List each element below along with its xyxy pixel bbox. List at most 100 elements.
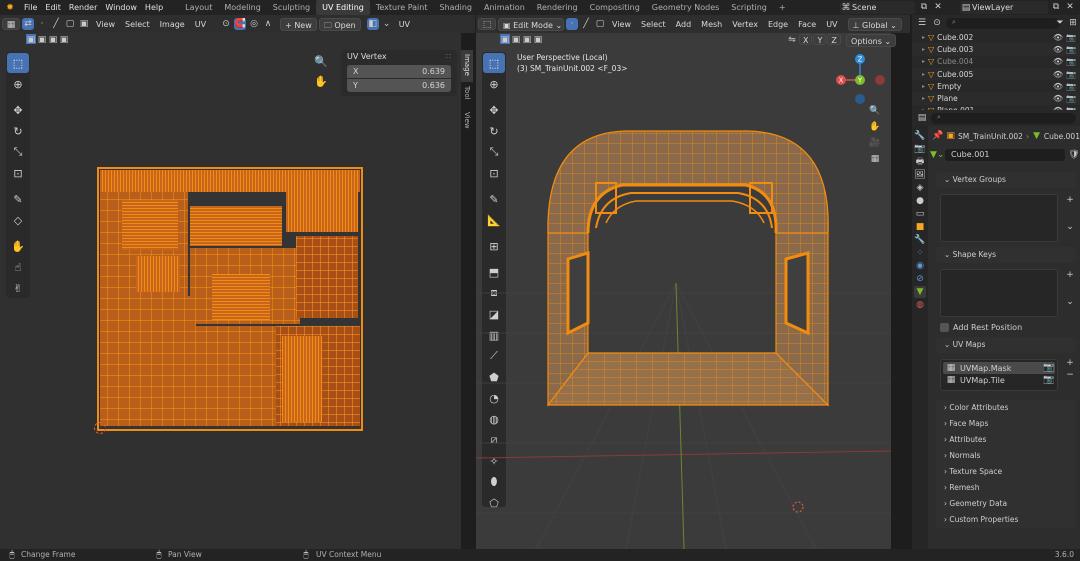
visibility-eye-icon[interactable]: 👁 (1053, 94, 1063, 103)
constraints-props-icon[interactable]: ⊘ (914, 273, 926, 285)
output-props-icon[interactable]: 🖶 (914, 156, 926, 168)
select-invert-icon[interactable]: ▣ (59, 34, 69, 45)
visibility-eye-icon[interactable]: 👁 (1053, 45, 1063, 54)
scale-icon[interactable]: ⤡ (7, 142, 29, 162)
uv-menu-image[interactable]: Image (156, 18, 189, 31)
relax-icon[interactable]: ☝ (7, 257, 29, 277)
outliner-row[interactable]: ▸ ▽ Empty 👁 📷 (912, 80, 1080, 92)
expand-arrow-icon[interactable]: ▸ (922, 71, 925, 78)
remove-scene-icon[interactable]: ✕ (932, 1, 944, 13)
expand-arrow-icon[interactable]: ▸ (922, 95, 925, 102)
new-image-button[interactable]: + New (280, 17, 317, 31)
editor-type-icon[interactable]: ▦ (2, 18, 20, 30)
tab-sculpting[interactable]: Sculpting (267, 0, 316, 15)
tab-image[interactable]: Image (461, 50, 473, 82)
uv-maps-header[interactable]: ⌄ UV Maps (936, 337, 1076, 353)
section-header[interactable]: › Remesh (936, 480, 1076, 496)
uv-map-mask-render-icon[interactable]: 📷 (1043, 362, 1055, 374)
tab-uv-editing[interactable]: UV Editing (316, 0, 370, 15)
remove-viewlayer-icon[interactable]: ✕ (1064, 1, 1076, 13)
face-mode-icon[interactable]: ▢ (594, 18, 606, 30)
outliner-row[interactable]: ▸ ▽ Cube.003 👁 📷 (912, 43, 1080, 56)
visibility-eye-icon[interactable]: 👁 (1053, 33, 1063, 42)
uv-islands[interactable] (96, 166, 364, 432)
pivot-icon[interactable]: ⊙ (220, 18, 232, 30)
gizmo-icon[interactable]: ⌄ (381, 18, 393, 30)
uv-y-field[interactable]: Y 0.636 (347, 79, 451, 92)
render-camera-icon[interactable]: 📷 (1066, 82, 1076, 91)
tab-shading[interactable]: Shading (433, 0, 478, 15)
shape-keys-list[interactable] (940, 269, 1058, 317)
pinch-icon[interactable]: ✌ (7, 278, 29, 298)
menu-window[interactable]: Window (101, 0, 141, 15)
snap-icon[interactable]: 🧲 (234, 18, 247, 30)
physics-props-icon[interactable]: ◉ (914, 260, 926, 272)
vertex-groups-header[interactable]: ⌄ Vertex Groups (936, 172, 1076, 188)
vertex-mode-icon[interactable]: · (566, 18, 578, 30)
render-camera-icon[interactable]: 📷 (1066, 94, 1076, 103)
uv-map-item-mask[interactable]: ▦ UVMap.Mask 📷 (943, 362, 1055, 374)
vp-menu-mesh[interactable]: Mesh (697, 18, 726, 31)
viewlayer-field[interactable]: ViewLayer (972, 3, 1013, 12)
rotate-icon[interactable]: ↻ (7, 121, 29, 141)
modifier-props-icon[interactable]: 🔧 (914, 234, 926, 246)
tab-rendering[interactable]: Rendering (531, 0, 584, 15)
2d-cursor-icon[interactable] (94, 422, 106, 434)
edge-select-icon[interactable]: ╱ (50, 18, 62, 30)
select-new-icon[interactable]: ▣ (26, 34, 36, 45)
fake-user-icon[interactable]: 🛡 (1068, 149, 1080, 161)
visibility-eye-icon[interactable]: 👁 (1053, 57, 1063, 66)
annotate-icon[interactable]: ✎ (7, 189, 29, 209)
collection-props-icon[interactable]: ▭ (914, 208, 926, 220)
uv-menu-uv[interactable]: UV (191, 18, 210, 31)
outliner-row[interactable]: ▸ ▽ Cube.002 👁 📷 (912, 31, 1080, 43)
section-header[interactable]: › Face Maps (936, 416, 1076, 432)
menu-edit[interactable]: Edit (41, 0, 65, 15)
tab-compositing[interactable]: Compositing (584, 0, 646, 15)
outliner-search[interactable]: ⌕ (946, 17, 1060, 29)
shape-keys-header[interactable]: ⌄ Shape Keys (936, 247, 1076, 263)
uv-map-remove-icon[interactable]: − (1064, 369, 1076, 381)
world-props-icon[interactable]: ● (914, 195, 926, 207)
cursor-icon[interactable]: ⊕ (7, 74, 29, 94)
material-props-icon[interactable]: ◍ (914, 299, 926, 311)
outliner-row[interactable]: ▸ ▽ Cube.005 👁 📷 (912, 67, 1080, 81)
render-camera-icon[interactable]: 📷 (1066, 70, 1076, 79)
visibility-eye-icon[interactable]: 👁 (1053, 82, 1063, 91)
shape-key-menu-icon[interactable]: ⌄ (1064, 296, 1076, 308)
add-rest-position-checkbox[interactable] (940, 323, 949, 332)
outliner-row[interactable]: ▸ ▽ Plane 👁 📷 (912, 92, 1080, 105)
expand-arrow-icon[interactable]: ▸ (922, 46, 925, 53)
panel-drag-icon[interactable]: ∷ (446, 52, 451, 61)
island-select-icon[interactable]: ▣ (78, 18, 90, 30)
mode-dropdown[interactable]: ▣ Edit Mode ⌄ (498, 17, 564, 31)
vp-menu-vertex[interactable]: Vertex (728, 18, 762, 31)
zoom-icon[interactable]: 🔍 (314, 56, 328, 68)
face-select-icon[interactable]: ▢ (64, 18, 76, 30)
tab-geometry-nodes[interactable]: Geometry Nodes (646, 0, 725, 15)
properties-search[interactable]: ⌕ (931, 112, 1076, 124)
uv-sync-icon[interactable]: ⇄ (22, 18, 34, 30)
vp-menu-select[interactable]: Select (637, 18, 670, 31)
visibility-eye-icon[interactable]: 👁 (1053, 70, 1063, 79)
edge-mode-icon[interactable]: ╱ (580, 18, 592, 30)
tool-props-icon[interactable]: 🔧 (914, 130, 926, 142)
grab-icon[interactable]: ✋ (7, 236, 29, 256)
section-header[interactable]: › Custom Properties (936, 512, 1076, 528)
tab-texture-paint[interactable]: Texture Paint (370, 0, 434, 15)
scene-props-icon[interactable]: ◈ (914, 182, 926, 194)
transform-icon[interactable]: ⊡ (7, 163, 29, 183)
uv-maps-list[interactable]: ▦ UVMap.Mask 📷 ▦ UVMap.Tile 📷 (940, 359, 1058, 391)
section-header[interactable]: › Normals (936, 448, 1076, 464)
vertex-groups-list[interactable] (940, 194, 1058, 242)
menu-help[interactable]: Help (141, 0, 167, 15)
copy-scene-icon[interactable]: ⧉ (918, 1, 930, 13)
copy-viewlayer-icon[interactable]: ⧉ (1050, 1, 1062, 13)
expand-arrow-icon[interactable]: ▸ (922, 58, 925, 65)
view-layer-props-icon[interactable]: 🖼 (914, 169, 926, 181)
transform-orientation-dropdown[interactable]: ⊥ Global ⌄ (847, 17, 902, 31)
select-box-icon[interactable]: ⬚ (7, 53, 29, 73)
uv-map-tile-render-icon[interactable]: 📷 (1043, 374, 1055, 386)
section-header[interactable]: › Geometry Data (936, 496, 1076, 512)
vp-menu-uv[interactable]: UV (822, 18, 841, 31)
